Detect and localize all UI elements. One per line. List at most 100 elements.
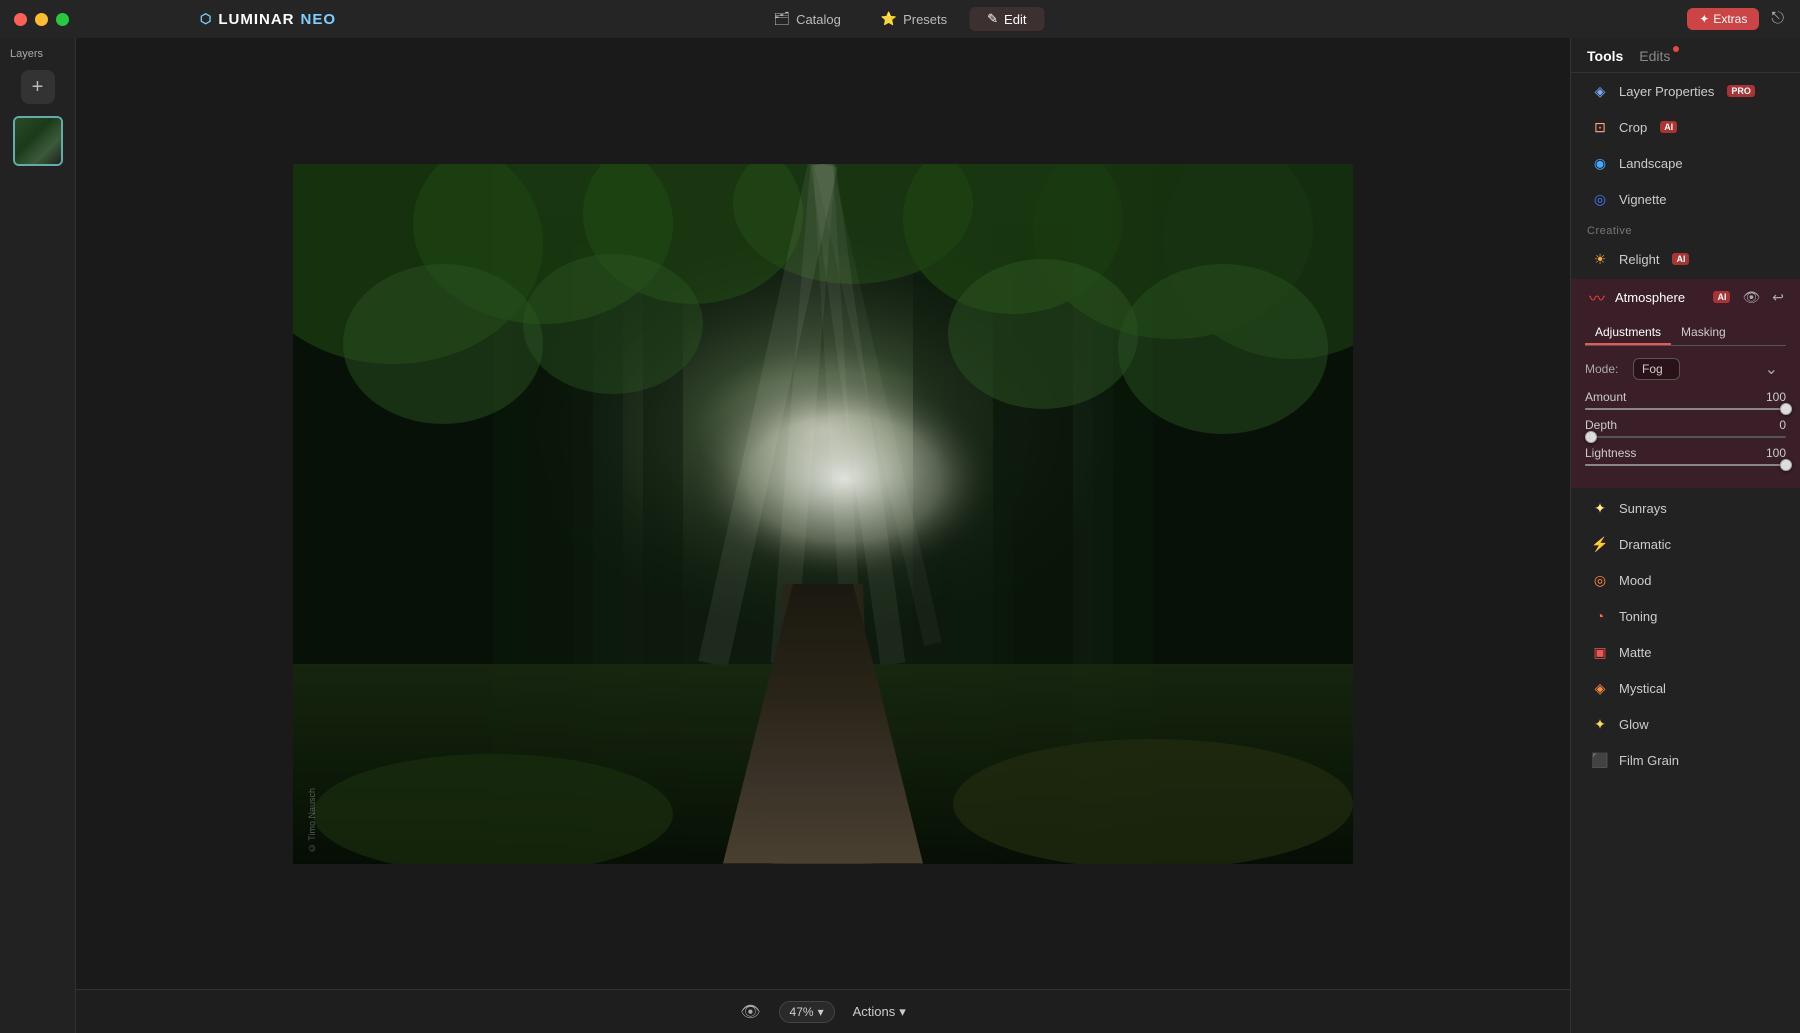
matte-label: Matte [1619,645,1652,660]
watermark: © Timo Nausch [307,788,317,853]
visibility-icon[interactable]: 👁 [740,1002,760,1022]
main-layout: Layers + [0,38,1800,1033]
layers-panel: Layers + [0,38,76,1033]
landscape-item[interactable]: ◉ Landscape [1575,146,1796,180]
actions-button[interactable]: Actions ▾ [853,1004,906,1020]
titlebar-right: ✦ Extras ⎋ [1687,8,1784,30]
edits-tab[interactable]: Edits [1639,48,1670,64]
mystical-icon: ◈ [1591,679,1609,697]
lightness-slider-thumb[interactable] [1780,459,1792,471]
atmosphere-visibility-icon[interactable]: 👁 [1742,289,1760,306]
relight-badge: AI [1672,253,1689,265]
atmosphere-icon: 〰 [1587,287,1607,307]
toning-item[interactable]: ◔ Toning [1575,599,1796,633]
presets-nav-button[interactable]: ⭐ Presets [863,7,965,31]
atmosphere-header[interactable]: 〰 Atmosphere AI 👁 ↩ [1571,279,1800,315]
toning-icon: ◔ [1591,607,1609,625]
amount-slider-row: Amount 100 [1585,390,1786,410]
landscape-label: Landscape [1619,156,1683,171]
app-subtitle: NEO [301,11,337,28]
matte-icon: ▣ [1591,643,1609,661]
close-button[interactable] [14,13,27,26]
titlebar: ⬡ LUMINAR NEO 🗂 Catalog ⭐ Presets ✎ Edit… [0,0,1800,38]
amount-slider-fill [1585,408,1786,410]
titlebar-nav: 🗂 Catalog ⭐ Presets ✎ Edit [756,7,1045,31]
canvas-container: © Timo Nausch [76,38,1570,989]
crop-icon: ⊡ [1591,118,1609,136]
relight-item[interactable]: ☀ Relight AI [1575,242,1796,276]
lightness-value: 100 [1766,446,1786,460]
lightness-slider-track[interactable] [1585,464,1786,466]
amount-label: Amount [1585,390,1626,404]
zoom-value: 47% [790,1005,814,1019]
glow-item[interactable]: ✦ Glow [1575,707,1796,741]
depth-slider-thumb[interactable] [1585,431,1597,443]
sunrays-icon: ✦ [1591,499,1609,517]
actions-chevron-icon: ▾ [899,1004,906,1020]
atmosphere-body: Adjustments Masking Mode: Fog Mist Haze … [1571,315,1800,488]
filmgrain-item[interactable]: ⬛ Film Grain [1575,743,1796,777]
forest-scene: © Timo Nausch [293,164,1353,864]
catalog-nav-button[interactable]: 🗂 Catalog [756,7,859,31]
vignette-item[interactable]: ◎ Vignette [1575,182,1796,216]
filmgrain-label: Film Grain [1619,753,1679,768]
mode-row: Mode: Fog Mist Haze Rain [1585,358,1786,380]
masking-tab[interactable]: Masking [1671,321,1736,345]
layer-thumbnail[interactable] [13,116,63,166]
lightness-slider-fill [1585,464,1786,466]
amount-slider-track[interactable] [1585,408,1786,410]
catalog-label: Catalog [796,12,841,27]
crop-badge: AI [1660,121,1677,133]
crop-item[interactable]: ⊡ Crop AI [1575,110,1796,144]
atmosphere-panel: 〰 Atmosphere AI 👁 ↩ Adjustments Masking … [1571,279,1800,488]
tools-tab[interactable]: Tools [1587,48,1623,64]
mood-label: Mood [1619,573,1652,588]
glow-label: Glow [1619,717,1649,732]
depth-label: Depth [1585,418,1617,432]
sunrays-label: Sunrays [1619,501,1667,516]
layer-properties-badge: PRO [1727,85,1755,97]
share-icon[interactable]: ⎋ [1771,10,1784,28]
layer-properties-icon: ◈ [1591,82,1609,100]
edit-nav-button[interactable]: ✎ Edit [969,7,1044,31]
edits-dot [1673,46,1679,52]
mood-icon: ◎ [1591,571,1609,589]
glow-icon: ✦ [1591,715,1609,733]
adjustments-tab[interactable]: Adjustments [1585,321,1671,345]
mystical-item[interactable]: ◈ Mystical [1575,671,1796,705]
layer-properties-item[interactable]: ◈ Layer Properties PRO [1575,74,1796,108]
canvas-image[interactable]: © Timo Nausch [293,164,1353,864]
add-layer-button[interactable]: + [21,70,55,104]
mystical-label: Mystical [1619,681,1666,696]
mode-label: Mode: [1585,362,1625,376]
mode-select[interactable]: Fog Mist Haze Rain [1633,358,1680,380]
atmosphere-undo-icon[interactable]: ↩ [1772,289,1784,306]
mode-select-wrapper: Fog Mist Haze Rain [1633,358,1786,380]
app-name: LUMINAR [218,11,294,28]
filmgrain-icon: ⬛ [1591,751,1609,769]
layer-thumbnail-image [15,118,61,164]
relight-label: Relight [1619,252,1659,267]
mood-item[interactable]: ◎ Mood [1575,563,1796,597]
actions-label: Actions [853,1004,896,1019]
sunrays-item[interactable]: ✦ Sunrays [1575,491,1796,525]
extras-label: Extras [1713,12,1747,26]
atmosphere-label: Atmosphere [1615,290,1705,305]
depth-slider-track[interactable]: ↕ [1585,436,1786,438]
relight-icon: ☀ [1591,250,1609,268]
depth-value: 0 [1779,418,1786,432]
canvas-area: © Timo Nausch 👁 47% ▾ Actions ▾ [76,38,1570,1033]
extras-button[interactable]: ✦ Extras [1687,8,1759,30]
maximize-button[interactable] [56,13,69,26]
creative-section-label: Creative [1571,217,1800,241]
presets-icon: ⭐ [881,11,897,27]
edit-label: Edit [1004,12,1026,27]
minimize-button[interactable] [35,13,48,26]
amount-slider-thumb[interactable] [1780,403,1792,415]
dramatic-item[interactable]: ⚡ Dramatic [1575,527,1796,561]
zoom-control[interactable]: 47% ▾ [779,1001,835,1023]
dramatic-label: Dramatic [1619,537,1671,552]
vignette-label: Vignette [1619,192,1666,207]
matte-item[interactable]: ▣ Matte [1575,635,1796,669]
atmosphere-tabs: Adjustments Masking [1585,321,1786,346]
